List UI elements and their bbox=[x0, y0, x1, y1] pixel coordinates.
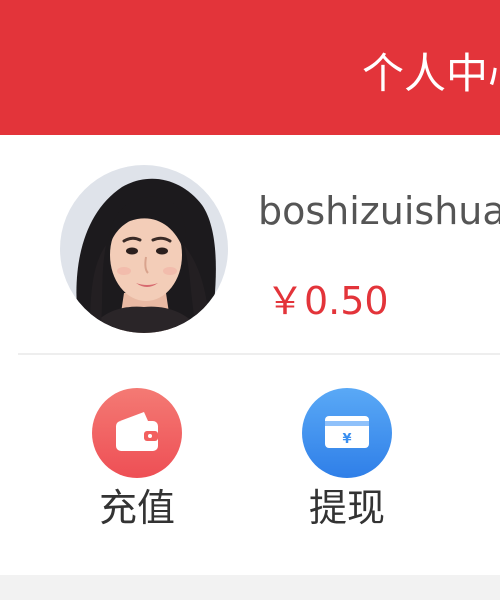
page-title: 个人中心 bbox=[362, 49, 500, 98]
header-bar: 个人中心 bbox=[0, 0, 500, 135]
recharge-button[interactable]: 充值 bbox=[67, 388, 207, 538]
avatar[interactable] bbox=[60, 165, 228, 333]
withdraw-label: 提现 bbox=[308, 486, 385, 530]
withdraw-button[interactable]: ¥ 提现 bbox=[277, 388, 417, 538]
wallet-icon bbox=[92, 388, 182, 478]
username: boshizuishuai bbox=[258, 189, 500, 233]
avatar-photo bbox=[60, 165, 228, 333]
recharge-label: 充值 bbox=[98, 486, 175, 530]
profile-section: boshizuishuai ￥0.50 bbox=[0, 135, 500, 355]
svg-text:¥: ¥ bbox=[342, 432, 351, 447]
page: 个人中心 bbox=[0, 0, 500, 600]
balance-amount: ￥0.50 bbox=[266, 279, 389, 323]
section-separator bbox=[0, 575, 500, 600]
yen-card-icon: ¥ bbox=[302, 388, 392, 478]
action-grid: 充值 ¥ 提现 bbox=[0, 355, 500, 575]
